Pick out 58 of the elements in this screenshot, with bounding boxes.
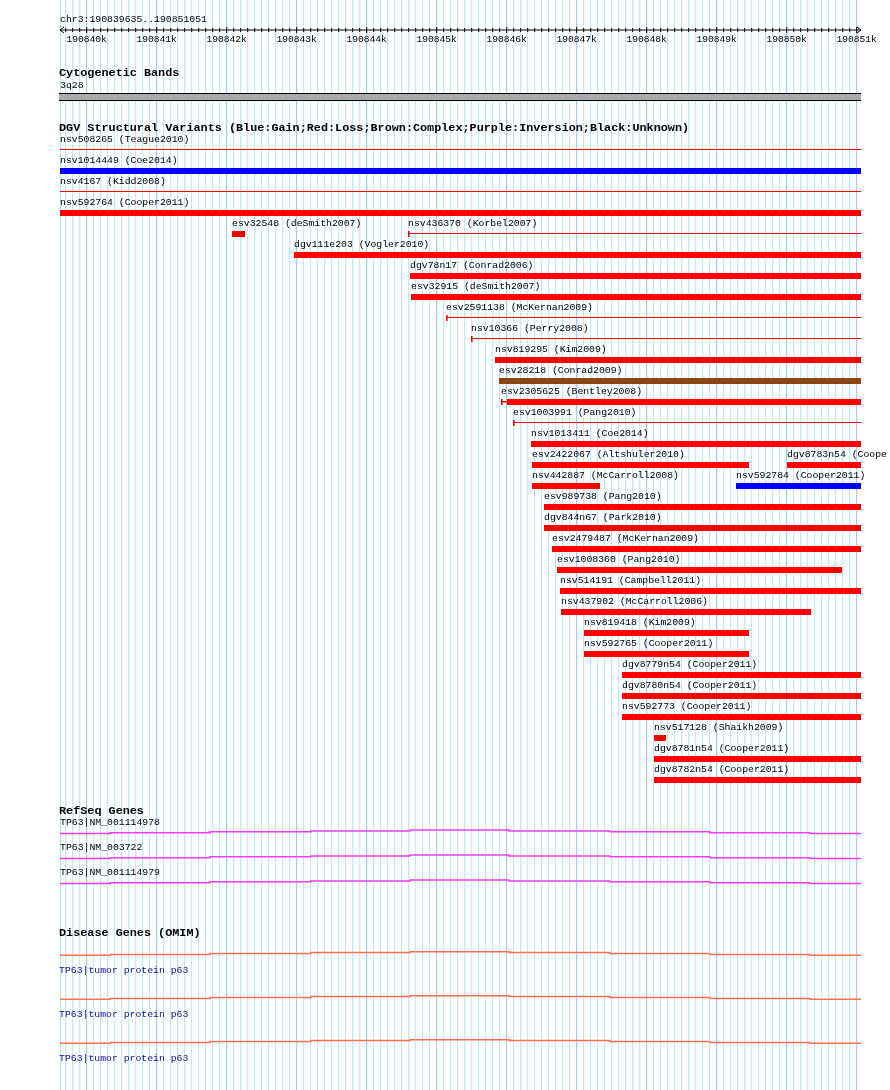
- variant-label: nsv437902 (McCarroll2006): [561, 596, 708, 608]
- variant-label: nsv514191 (Campbell2011): [560, 575, 702, 587]
- variant-label: dgv8779n54 (Cooper2011): [622, 659, 758, 671]
- variant-label: nsv10366 (Perry2008): [471, 323, 589, 335]
- variant-label: dgv8780n54 (Cooper2011): [622, 680, 758, 692]
- variant-label: nsv592784 (Cooper2011): [736, 470, 866, 482]
- variant-label: nsv1013411 (Coe2014): [531, 428, 649, 440]
- tick-label: 190844k: [346, 34, 387, 46]
- tick-label: 190847k: [556, 34, 597, 46]
- variant-label: nsv592764 (Cooper2011): [60, 197, 190, 209]
- variant-label: nsv508265 (Teague2010): [60, 134, 190, 146]
- variant-label: nsv4167 (Kidd2008): [60, 176, 166, 188]
- tick-label: 190848k: [626, 34, 667, 46]
- variant-label: nsv517128 (Shaikh2009): [654, 722, 784, 734]
- tick-label: 190845k: [416, 34, 457, 46]
- variant-label: nsv592765 (Cooper2011): [584, 638, 714, 650]
- disease-gene-label: TP63|tumor protein p63: [59, 1053, 189, 1065]
- tick-label: 190843k: [276, 34, 317, 46]
- variant-label: nsv1014449 (Coe2014): [60, 155, 178, 167]
- gene-label: TP63|NM_001114979: [60, 867, 160, 879]
- variant-label: dgv8783n54 (Coope: [787, 449, 887, 461]
- region-label: chr3:190839635..190851051: [60, 14, 207, 26]
- tick-label: 190849k: [696, 34, 737, 46]
- variant-label: esv2422067 (Altshuler2010): [532, 449, 685, 461]
- tick-label: 190841k: [136, 34, 177, 46]
- gene-label: TP63|NM_001114978: [60, 817, 160, 829]
- track-title: DGV Structural Variants (Blue:Gain;Red:Loss;Brown:Complex;Purple:Inversion;Black:Unknown): [59, 122, 690, 134]
- tick-label: 190842k: [206, 34, 247, 46]
- gene-label: TP63|NM_003722: [60, 842, 143, 854]
- variant-label: dgv111e203 (Vogler2010): [294, 239, 430, 251]
- variant-label: dgv844n67 (Park2010): [544, 512, 662, 524]
- variant-label: esv2591138 (McKernan2009): [446, 302, 593, 314]
- track-title: Disease Genes (OMIM): [59, 927, 201, 939]
- variant-label: esv989738 (Pang2010): [544, 491, 662, 503]
- disease-gene-label: TP63|tumor protein p63: [59, 1009, 189, 1021]
- track-title: RefSeq Genes: [59, 805, 144, 817]
- variant-label: dgv8781n54 (Cooper2011): [654, 743, 790, 755]
- variant-label: esv1008360 (Pang2010): [557, 554, 681, 566]
- variant-label: nsv819418 (Kim2009): [584, 617, 696, 629]
- variant-label: nsv442887 (McCarroll2008): [532, 470, 679, 482]
- tick-label: 190850k: [766, 34, 807, 46]
- variant-label: esv2479487 (McKernan2009): [552, 533, 699, 545]
- track-title: Cytogenetic Bands: [59, 67, 180, 80]
- variant-label: nsv436370 (Korbel2007): [408, 218, 538, 230]
- tick-label: 190846k: [486, 34, 527, 46]
- variant-label: nsv819295 (Kim2009): [495, 344, 607, 356]
- tick-label: 190840k: [66, 34, 107, 46]
- tick-label: 190851k: [836, 34, 877, 46]
- variant-label: esv32548 (deSmith2007): [232, 218, 362, 230]
- variant-label: esv1003991 (Pang2010): [513, 407, 637, 419]
- variant-label: dgv8782n54 (Cooper2011): [654, 764, 790, 776]
- variant-label: dgv78n17 (Conrad2006): [410, 260, 534, 272]
- variant-label: esv32915 (deSmith2007): [411, 281, 541, 293]
- band-label: 3q28: [60, 80, 84, 92]
- disease-gene-label: TP63|tumor protein p63: [59, 965, 189, 977]
- variant-label: esv28218 (Conrad2009): [499, 365, 623, 377]
- variant-label: nsv592773 (Cooper2011): [622, 701, 752, 713]
- variant-label: esv2305625 (Bentley2008): [501, 386, 643, 398]
